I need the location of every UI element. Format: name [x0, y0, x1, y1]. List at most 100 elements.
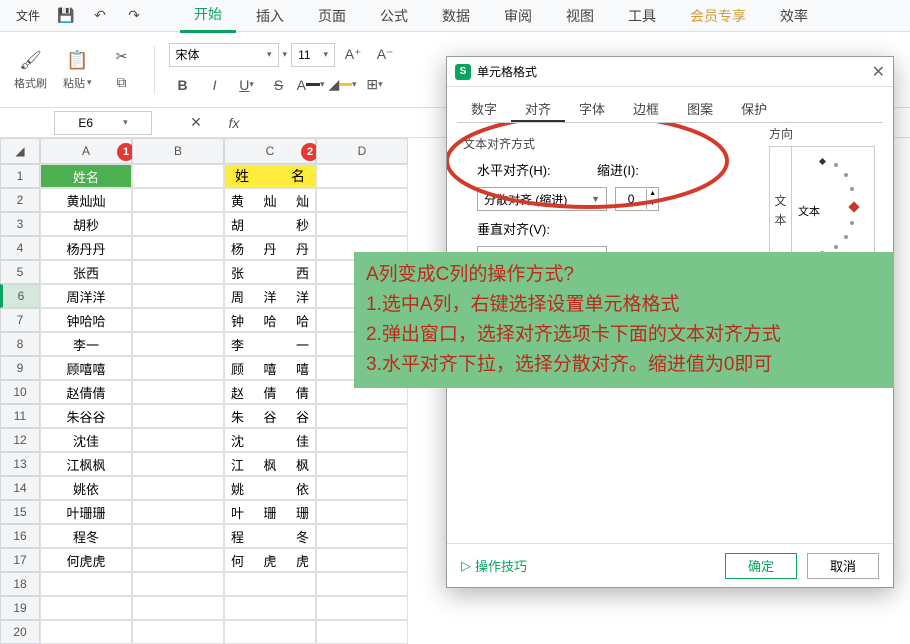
spinner-up-icon[interactable]: ▲	[647, 189, 658, 199]
cell-d[interactable]	[316, 548, 408, 572]
row-header[interactable]: 7	[0, 308, 40, 332]
paste-label[interactable]: 粘贴▾	[63, 75, 92, 91]
cell-b[interactable]	[132, 212, 224, 236]
cut-icon[interactable]: ✂	[108, 45, 136, 69]
cell-b[interactable]	[132, 284, 224, 308]
font-prev-icon[interactable]: ▾	[283, 49, 288, 60]
row-header[interactable]: 1	[0, 164, 40, 188]
dial-handle-icon[interactable]	[848, 201, 859, 212]
cell-c[interactable]: 胡秒	[224, 212, 316, 236]
row-header[interactable]: 17	[0, 548, 40, 572]
row-header[interactable]: 12	[0, 428, 40, 452]
h-align-select[interactable]: 分散对齐 (缩进)▼	[477, 187, 607, 211]
tab-home[interactable]: 开始	[180, 0, 236, 33]
row-header[interactable]: 20	[0, 620, 40, 644]
cell-b[interactable]	[132, 452, 224, 476]
cell-c[interactable]: 周洋洋	[224, 284, 316, 308]
cell-b[interactable]	[132, 548, 224, 572]
font-color-icon[interactable]: A▾	[297, 73, 325, 97]
cell-a[interactable]: 张西	[40, 260, 132, 284]
tab-page[interactable]: 页面	[304, 0, 360, 32]
cell-a[interactable]: 李一	[40, 332, 132, 356]
cell-c[interactable]: 钟哈哈	[224, 308, 316, 332]
row-header[interactable]: 6	[0, 284, 40, 308]
cell-c[interactable]: 姓名	[224, 164, 316, 188]
underline-icon[interactable]: U▾	[233, 73, 261, 97]
row-header[interactable]: 14	[0, 476, 40, 500]
cancel-formula-icon[interactable]: ✕	[182, 111, 210, 135]
cell-d[interactable]	[316, 620, 408, 644]
cell-b[interactable]	[132, 404, 224, 428]
tab-view[interactable]: 视图	[552, 0, 608, 32]
cell-a[interactable]: 程冬	[40, 524, 132, 548]
cell-b[interactable]	[132, 620, 224, 644]
cell-c[interactable]: 朱谷谷	[224, 404, 316, 428]
italic-icon[interactable]: I	[201, 73, 229, 97]
cell-b[interactable]	[132, 428, 224, 452]
row-header[interactable]: 18	[0, 572, 40, 596]
row-header[interactable]: 11	[0, 404, 40, 428]
cancel-button[interactable]: 取消	[807, 553, 879, 579]
strike-icon[interactable]: S	[265, 73, 293, 97]
cell-c[interactable]: 黄灿灿	[224, 188, 316, 212]
row-header[interactable]: 8	[0, 332, 40, 356]
cell-b[interactable]	[132, 308, 224, 332]
cell-a[interactable]: 江枫枫	[40, 452, 132, 476]
cell-d[interactable]	[316, 188, 408, 212]
cell-a[interactable]: 沈佳	[40, 428, 132, 452]
cell-a[interactable]: 杨丹丹	[40, 236, 132, 260]
dlg-tab-align[interactable]: 对齐	[511, 93, 565, 122]
cell-c[interactable]	[224, 596, 316, 620]
cell-a[interactable]: 黄灿灿	[40, 188, 132, 212]
cell-b[interactable]	[132, 476, 224, 500]
format-painter-icon[interactable]: 🖌	[17, 49, 45, 73]
cell-a[interactable]	[40, 596, 132, 620]
cell-a[interactable]: 朱谷谷	[40, 404, 132, 428]
spinner-down-icon[interactable]: ▼	[647, 199, 658, 209]
dlg-tab-protect[interactable]: 保护	[727, 93, 781, 122]
row-header[interactable]: 15	[0, 500, 40, 524]
cell-a[interactable]: 姚依	[40, 476, 132, 500]
cell-b[interactable]	[132, 188, 224, 212]
tab-tools[interactable]: 工具	[614, 0, 670, 32]
cell-d[interactable]	[316, 428, 408, 452]
cell-a[interactable]: 顾嘻嘻	[40, 356, 132, 380]
cell-c[interactable]: 顾嘻嘻	[224, 356, 316, 380]
bold-icon[interactable]: B	[169, 73, 197, 97]
paste-icon[interactable]: 📋	[63, 49, 91, 73]
close-icon[interactable]: ✕	[872, 62, 885, 82]
cell-a[interactable]: 周洋洋	[40, 284, 132, 308]
cell-a[interactable]: 钟哈哈	[40, 308, 132, 332]
chevron-down-icon[interactable]: ▾	[123, 117, 128, 128]
cell-a[interactable]	[40, 620, 132, 644]
col-header-c[interactable]: C 2	[224, 138, 316, 164]
tips-link[interactable]: ▷ 操作技巧	[461, 556, 527, 575]
row-header[interactable]: 10	[0, 380, 40, 404]
font-size-combo[interactable]: 11▾	[291, 43, 335, 67]
cell-b[interactable]	[132, 332, 224, 356]
cell-b[interactable]	[132, 380, 224, 404]
indent-spinner[interactable]: 0 ▲▼	[615, 187, 659, 211]
col-header-a[interactable]: A 1	[40, 138, 132, 164]
cell-a[interactable]	[40, 572, 132, 596]
cell-d[interactable]	[316, 500, 408, 524]
cell-a[interactable]: 胡秒	[40, 212, 132, 236]
cell-c[interactable]: 杨丹丹	[224, 236, 316, 260]
row-header[interactable]: 2	[0, 188, 40, 212]
cell-c[interactable]: 何虎虎	[224, 548, 316, 572]
cell-b[interactable]	[132, 260, 224, 284]
font-name-combo[interactable]: 宋体▾	[169, 43, 279, 67]
cell-b[interactable]	[132, 236, 224, 260]
cell-d[interactable]	[316, 164, 408, 188]
dlg-tab-number[interactable]: 数字	[457, 93, 511, 122]
name-box[interactable]: E6 ▾	[54, 111, 152, 135]
col-header-d[interactable]: D	[316, 138, 408, 164]
col-header-b[interactable]: B	[132, 138, 224, 164]
cell-d[interactable]	[316, 572, 408, 596]
cell-b[interactable]	[132, 500, 224, 524]
save-icon[interactable]: 💾	[52, 4, 80, 28]
cell-d[interactable]	[316, 476, 408, 500]
cell-d[interactable]	[316, 452, 408, 476]
dlg-tab-border[interactable]: 边框	[619, 93, 673, 122]
format-painter-label[interactable]: 格式刷	[14, 75, 47, 91]
